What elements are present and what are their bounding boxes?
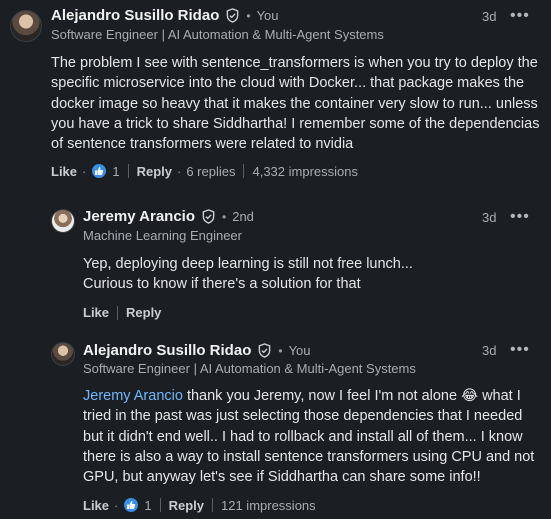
like-count[interactable]: 1 [144, 498, 151, 513]
connection-degree: 2nd [232, 209, 254, 224]
comment-text: Yep, deploying deep learning is still no… [83, 254, 533, 295]
avatar[interactable] [10, 10, 42, 42]
comment-text: Jeremy Arancio thank you Jeremy, now I f… [83, 386, 543, 487]
reply-button[interactable]: Reply [169, 498, 204, 513]
author-headline: Machine Learning Engineer [83, 228, 242, 243]
divider [212, 498, 213, 512]
comment-text: The problem I see with sentence_transfor… [51, 55, 540, 153]
reply-button[interactable]: Reply [137, 164, 172, 179]
more-horizontal-icon[interactable]: ••• [510, 8, 530, 24]
timestamp: 3d [482, 210, 497, 225]
impressions-count[interactable]: 121 impressions [221, 498, 316, 513]
like-button[interactable]: Like [83, 498, 109, 513]
comment-text-line: Yep, deploying deep learning is still no… [83, 256, 413, 272]
reply-button[interactable]: Reply [126, 305, 161, 320]
separator-dot: • [222, 209, 227, 224]
comment-header: Jeremy Arancio • 2nd [83, 208, 254, 225]
thumbs-up-reaction-icon[interactable] [91, 163, 108, 179]
comment-header: Alejandro Susillo Ridao • You [83, 342, 311, 359]
more-horizontal-icon[interactable]: ••• [510, 342, 530, 358]
author-name[interactable]: Alejandro Susillo Ridao [51, 7, 219, 24]
verified-shield-icon [202, 209, 215, 224]
divider [159, 498, 161, 512]
separator-dot: • [246, 8, 251, 23]
verified-shield-icon [227, 8, 239, 23]
avatar[interactable] [51, 209, 75, 233]
comment-actions: Like Reply [83, 305, 161, 320]
timestamp: 3d [482, 343, 497, 358]
comment-actions: Like · 1 Reply 121 impressions [83, 497, 316, 513]
like-button[interactable]: Like [83, 305, 109, 320]
impressions-count[interactable]: 4,332 impressions [252, 164, 358, 179]
divider [243, 164, 245, 178]
comment-text-part: thank you Jeremy, now I feel I'm not alo… [182, 388, 462, 404]
comment-header: Alejandro Susillo Ridao • You [51, 7, 279, 24]
separator-dot: · [82, 163, 87, 179]
divider [117, 305, 119, 320]
avatar[interactable] [51, 342, 75, 366]
relation-badge: You [256, 8, 279, 23]
comment-text-line: Curious to know if there's a solution fo… [83, 276, 361, 293]
separator-dot: · [114, 497, 119, 513]
mention-link[interactable]: Jeremy Arancio [83, 388, 183, 404]
relation-badge: You [288, 343, 311, 358]
author-name[interactable]: Jeremy Arancio [83, 208, 195, 225]
more-horizontal-icon[interactable]: ••• [510, 209, 530, 225]
separator-dot: • [278, 343, 283, 358]
author-name[interactable]: Alejandro Susillo Ridao [83, 342, 251, 359]
separator-dot: · [177, 163, 182, 179]
laughing-emoji: 😂 [461, 388, 479, 404]
like-count[interactable]: 1 [112, 164, 119, 179]
thumbs-up-reaction-icon[interactable] [123, 497, 140, 513]
replies-count[interactable]: 6 replies [186, 164, 235, 179]
divider [127, 164, 129, 178]
timestamp: 3d [482, 9, 497, 24]
verified-shield-icon [259, 343, 271, 358]
comment-actions: Like · 1 Reply · 6 replies 4,332 impress… [51, 163, 358, 179]
author-headline: Software Engineer | AI Automation & Mult… [51, 27, 384, 42]
like-button[interactable]: Like [51, 164, 77, 179]
author-headline: Software Engineer | AI Automation & Mult… [83, 361, 416, 376]
comment-thread: Alejandro Susillo Ridao • You Software E… [0, 0, 551, 519]
